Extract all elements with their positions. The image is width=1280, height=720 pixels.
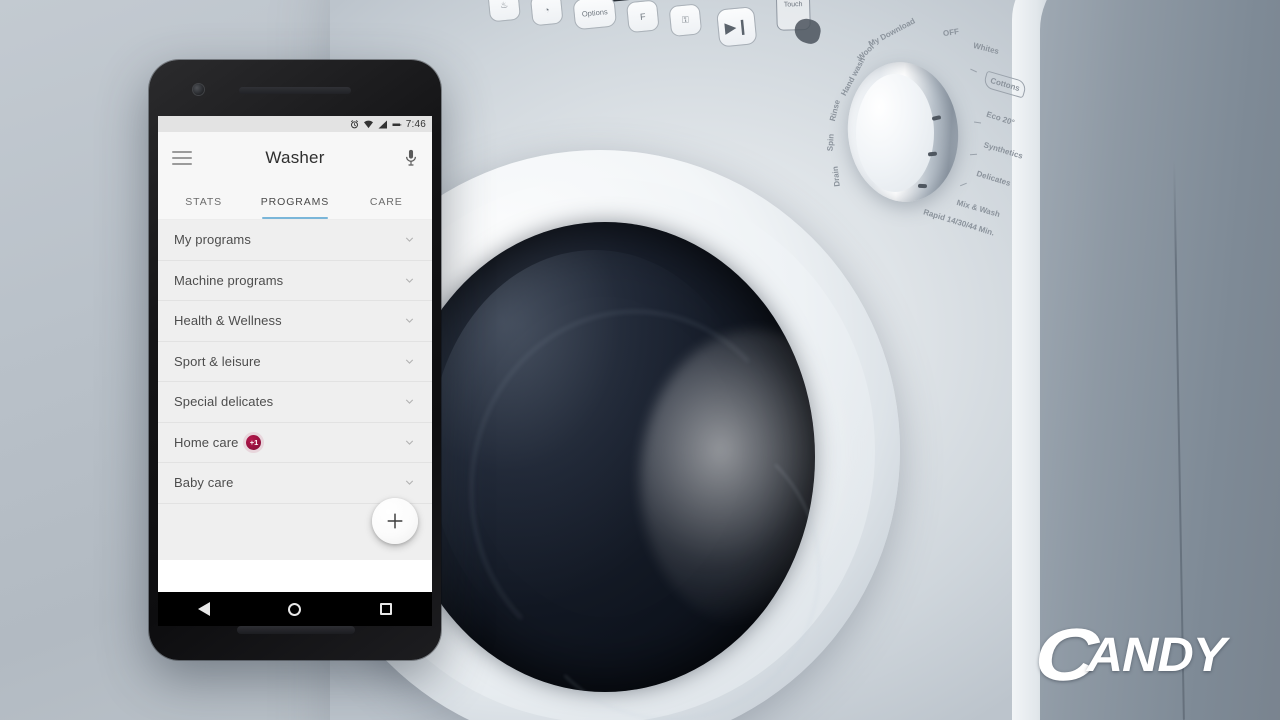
list-item-label: My programs [174, 232, 251, 248]
tab-stats[interactable]: STATS [158, 184, 249, 219]
dial-label-drain: Drain [830, 165, 842, 188]
chevron-down-icon [403, 274, 416, 287]
dial-label-delicates: Delicates [975, 169, 1012, 188]
temperature-button[interactable]: ♨ [487, 0, 522, 23]
program-groups-list: My programs Machine programs Health & We… [158, 220, 432, 560]
candy-logo-text: ANDY [1086, 629, 1227, 683]
tab-bar: STATS PROGRAMS CARE [158, 184, 432, 220]
app-bar: Washer [158, 132, 432, 184]
front-camera [193, 84, 204, 95]
chevron-down-icon [403, 314, 416, 327]
candy-brand-logo: C ANDY [1031, 613, 1226, 696]
dial-label-mix-wash: Mix & Wash [955, 198, 1001, 219]
list-item-label: Special delicates [174, 394, 274, 410]
dial-tick-2 [973, 121, 982, 124]
spin-speed-icon: ◔ [543, 4, 550, 15]
dial-label-whites: Whites [972, 40, 1000, 57]
back-triangle-icon [197, 602, 210, 616]
status-bar-time: 7:46 [405, 118, 426, 130]
signal-icon [378, 120, 388, 129]
nav-recents-button[interactable] [366, 592, 406, 626]
home-circle-icon [288, 602, 302, 616]
chevron-down-icon [403, 436, 416, 449]
hamburger-icon[interactable] [172, 150, 192, 166]
list-item-home-care[interactable]: Home care +1 [158, 422, 432, 463]
play-pause-icon: ▶❙ [723, 17, 750, 37]
android-nav-bar [158, 592, 432, 626]
chevron-down-icon [403, 476, 416, 489]
list-item-machine-programs[interactable]: Machine programs [158, 260, 432, 301]
nav-home-button[interactable] [275, 592, 315, 626]
dial-notch-3 [917, 183, 928, 189]
add-program-fab[interactable] [372, 497, 418, 544]
list-item-label: Sport & leisure [174, 353, 261, 369]
start-pause-button[interactable]: ▶❙ [716, 6, 758, 48]
temperature-icon: ♨ [499, 0, 509, 11]
lock-icon: ⚿ [681, 14, 690, 26]
options-button[interactable]: Options [572, 0, 618, 31]
dial-tick-3 [969, 153, 978, 156]
list-item-label: Baby care [174, 475, 234, 491]
chevron-down-icon [403, 355, 416, 368]
list-item-label: Health & Wellness [174, 313, 282, 329]
status-badge: +1 [246, 434, 262, 450]
list-item-label: Home care [174, 434, 239, 450]
page-title: Washer [265, 148, 325, 167]
hamburger-line-3 [172, 162, 192, 166]
recents-square-icon [380, 603, 393, 615]
nav-back-button[interactable] [184, 592, 224, 626]
android-status-bar: 7:46 [158, 116, 432, 132]
phone-screen: 7:46 Washer STATS PROGRAMS CARE My progr… [158, 116, 432, 626]
program-selector-dial[interactable]: My Download OFF Whites Cottons Eco 20° S… [826, 16, 1048, 252]
bottom-speaker [237, 626, 355, 634]
dial-label-synthetics: Synthetics [982, 140, 1024, 161]
hamburger-line-1 [172, 150, 192, 154]
smartphone-mockup: 7:46 Washer STATS PROGRAMS CARE My progr… [149, 60, 441, 660]
dial-label-my-download: My Download [866, 16, 917, 49]
plus-icon [387, 513, 403, 528]
door-specular-highlight [640, 330, 870, 630]
list-item-label: Machine programs [174, 272, 284, 288]
earpiece-speaker [239, 87, 351, 94]
list-empty-area [158, 497, 432, 560]
dial-label-spin: Spin [825, 133, 836, 152]
dial-tick-4 [959, 182, 968, 187]
delay-start-icon: F [639, 11, 647, 22]
microphone-icon[interactable] [404, 149, 418, 167]
wifi-icon [363, 120, 374, 129]
dial-label-cottons: Cottons [982, 70, 1028, 99]
tab-programs[interactable]: PROGRAMS [249, 184, 340, 219]
battery-icon [392, 121, 402, 128]
washing-machine-side-panel [1040, 0, 1280, 720]
smart-touch-label: Smart Touch [783, 0, 803, 9]
alarm-icon [350, 119, 359, 129]
dial-tick-1 [970, 68, 977, 73]
delay-start-button[interactable]: F [625, 0, 660, 34]
list-item-health-wellness[interactable]: Health & Wellness [158, 301, 432, 342]
dial-label-eco20: Eco 20° [985, 109, 1016, 128]
list-item-sport-leisure[interactable]: Sport & leisure [158, 341, 432, 382]
dial-knob-inner [856, 74, 934, 192]
list-item-my-programs[interactable]: My programs [158, 220, 432, 261]
chevron-down-icon [403, 395, 416, 408]
chevron-down-icon [403, 233, 416, 246]
dial-label-off: OFF [942, 26, 960, 39]
spin-speed-button[interactable]: ◔ [529, 0, 564, 27]
child-lock-button[interactable]: ⚿ [668, 3, 703, 38]
list-item-special-delicates[interactable]: Special delicates [158, 382, 432, 423]
options-label: Options [581, 7, 609, 19]
tab-care[interactable]: CARE [341, 184, 432, 219]
hamburger-line-2 [172, 156, 192, 160]
